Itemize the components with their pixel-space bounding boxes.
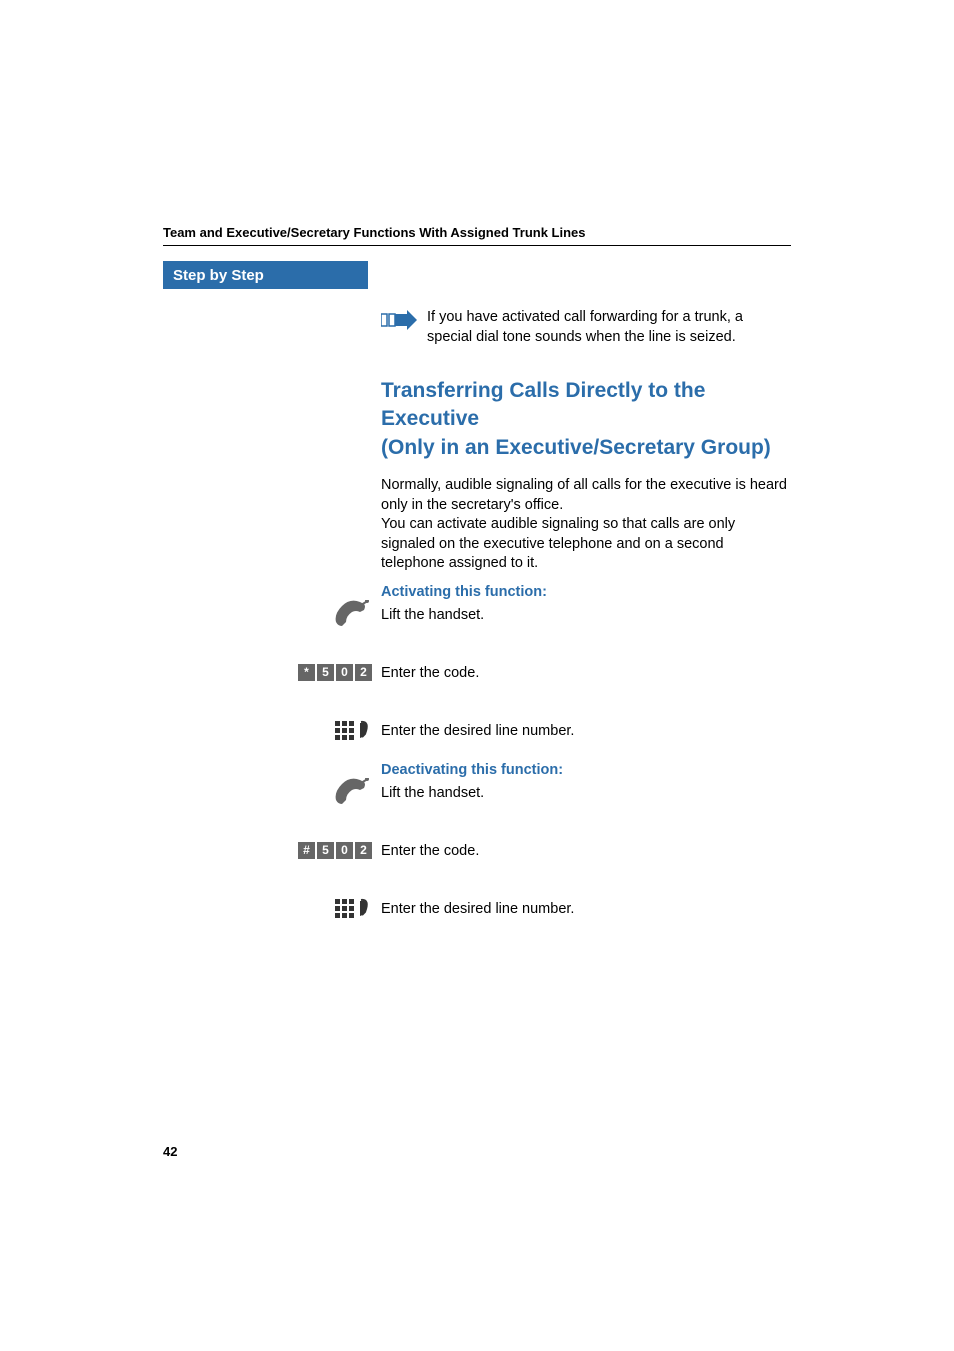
key-5: 5 [317,842,334,859]
note-box: If you have activated call forwarding fo… [381,308,791,347]
step-text: Lift the handset. [381,785,484,801]
key-0: 0 [336,664,353,681]
code-keys-deactivate: # 5 0 2 [298,842,372,859]
step-enter-code-deactivate: # 5 0 2 Enter the code. [381,842,791,890]
activate-heading: Activating this function: [381,584,791,600]
lift-handset-icon [332,778,370,811]
sidebar-title: Step by Step [173,267,264,284]
keypad-icon [335,719,375,748]
step-text: Enter the code. [381,843,479,859]
keypad-icon [335,897,375,926]
page-header: Team and Executive/Secretary Functions W… [163,225,791,246]
step-text: Lift the handset. [381,607,484,623]
chapter-title: Team and Executive/Secretary Functions W… [163,225,586,240]
key-5: 5 [317,664,334,681]
arrow-note-icon [381,310,417,347]
key-2: 2 [355,664,372,681]
main-content: If you have activated call forwarding fo… [381,295,791,940]
key-star: * [298,664,315,681]
step-text: Enter the desired line number. [381,901,574,917]
key-2: 2 [355,842,372,859]
code-keys-activate: * 5 0 2 [298,664,372,681]
step-enter-line-activate: Enter the desired line number. [381,722,791,752]
key-0: 0 [336,842,353,859]
section-description: Normally, audible signaling of all calls… [381,476,791,574]
lift-handset-icon [332,600,370,633]
page-number: 42 [163,1144,177,1159]
step-lift-handset-activate: Lift the handset. [381,606,791,654]
key-hash: # [298,842,315,859]
section-title-line1: Transferring Calls Directly to the Execu… [381,379,705,430]
deactivate-heading: Deactivating this function: [381,762,791,778]
step-lift-handset-deactivate: Lift the handset. [381,784,791,832]
section-title-line2: (Only in an Executive/Secretary Group) [381,436,771,459]
section-title: Transferring Calls Directly to the Execu… [381,377,791,462]
step-enter-line-deactivate: Enter the desired line number. [381,900,791,930]
note-text: If you have activated call forwarding fo… [427,308,791,347]
step-text: Enter the desired line number. [381,723,574,739]
step-enter-code-activate: * 5 0 2 Enter the code. [381,664,791,712]
step-text: Enter the code. [381,665,479,681]
sidebar-step-by-step: Step by Step [163,261,368,289]
